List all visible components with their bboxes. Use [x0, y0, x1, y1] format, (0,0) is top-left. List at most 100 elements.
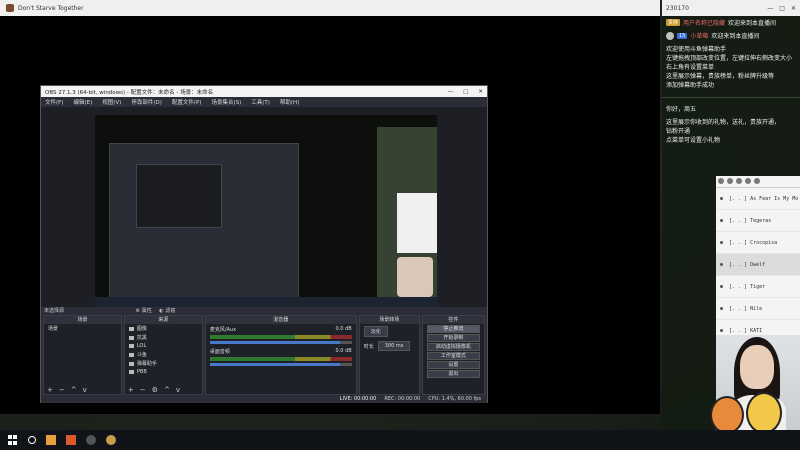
volume-slider-fill — [209, 341, 341, 344]
move-down-icon[interactable]: v — [176, 386, 180, 394]
nested-obs-window-inner — [136, 164, 222, 228]
app-icon[interactable] — [66, 435, 76, 445]
source-item[interactable]: 抗黑 — [125, 333, 202, 342]
exit-button[interactable]: 退出 — [426, 370, 480, 378]
minimize-icon[interactable]: — — [767, 5, 773, 12]
image-icon — [128, 326, 134, 331]
bullet-icon — [720, 241, 723, 244]
menu-view[interactable]: 视图(V) — [102, 98, 121, 106]
chat-text: 欢迎来到本直播间 — [711, 33, 760, 40]
mixer-dock[interactable]: 混音器 麦克风/Aux 0.0 dB 桌面音频 0.0 dB — [204, 315, 357, 395]
chat-username: 用户名称已隐藏 — [683, 20, 726, 27]
window-icon — [128, 361, 134, 366]
sources-dock-toolbar: + − ⚙ ^ v — [125, 385, 202, 394]
gift-toast: 你好，周五 — [662, 102, 800, 115]
scenes-dock[interactable]: 场景 场景 + − ^ v — [43, 315, 122, 395]
tool-icon[interactable] — [727, 178, 733, 184]
bullet-icon — [720, 219, 723, 222]
start-recording-button[interactable]: 开始录制 — [426, 334, 480, 342]
source-item[interactable]: LOL — [125, 342, 202, 350]
volume-slider[interactable] — [209, 363, 352, 366]
song-title: [. . ] As Fear Is My Mo — [729, 195, 799, 202]
close-icon[interactable]: ✕ — [478, 89, 483, 95]
tool-icon[interactable] — [718, 178, 724, 184]
close-icon[interactable]: ✕ — [791, 5, 796, 12]
song-item[interactable]: [. . ] Nile — [716, 298, 800, 320]
song-item[interactable]: [. . ] Tiger — [716, 276, 800, 298]
tool-icon[interactable] — [754, 178, 760, 184]
transition-select[interactable]: 淡化 — [363, 326, 388, 337]
menu-tools[interactable]: 工具(T) — [251, 98, 270, 106]
song-item[interactable]: [. . ] As Fear Is My Mo — [716, 188, 800, 210]
volume-slider[interactable] — [209, 341, 352, 344]
help-message: 欢迎使用斗鱼弹幕助手 左键拖拽顶部改变位置，左键拉伸右侧改变大小 右上角有设置菜… — [662, 42, 800, 93]
sources-dock[interactable]: 来源 图像 抗黑 LOL 斗鱼 弹幕助手 PBB + − ⚙ ^ v — [123, 315, 203, 395]
source-item[interactable]: 弹幕助手 — [125, 359, 202, 368]
scene-item[interactable]: 场景 — [44, 324, 121, 333]
obs-window[interactable]: OBS 27.1.3 (64-bit, windows) - 配置文件：未命名 … — [40, 85, 488, 403]
help-line: 这里展示弹幕，贵族榜单，粉丝牌升级等 — [666, 73, 775, 80]
cartoon-character — [710, 396, 744, 434]
obs-icon[interactable] — [86, 435, 96, 445]
game-icon[interactable] — [106, 435, 116, 445]
obs-titlebar[interactable]: OBS 27.1.3 (64-bit, windows) - 配置文件：未命名 … — [41, 86, 487, 97]
obs-docks: 场景 场景 + − ^ v 来源 图像 抗黑 LOL 斗鱼 弹幕助手 PBB +… — [41, 315, 487, 395]
maximize-icon[interactable]: □ — [463, 89, 468, 95]
windows-start-icon[interactable] — [8, 435, 18, 445]
song-item[interactable]: [. . ] Crocopisa — [716, 232, 800, 254]
transitions-dock[interactable]: 场景转场 淡化 时长 300 ms — [358, 315, 420, 395]
bullet-icon — [720, 329, 723, 332]
move-down-icon[interactable]: v — [83, 386, 87, 394]
obs-preview-area[interactable] — [41, 107, 487, 307]
properties-button[interactable]: ⚙ 属性 — [136, 308, 152, 314]
song-item-selected[interactable]: [. . ] Dwelf — [716, 254, 800, 276]
menu-help[interactable]: 帮助(H) — [280, 98, 299, 106]
tool-icon[interactable] — [745, 178, 751, 184]
duration-label: 时长 — [363, 343, 374, 350]
remove-icon[interactable]: − — [140, 386, 146, 394]
add-icon[interactable]: + — [47, 386, 53, 394]
rec-timer: REC: 00:00:00 — [384, 396, 421, 402]
tool-icon[interactable] — [736, 178, 742, 184]
move-up-icon[interactable]: ^ — [164, 386, 170, 394]
song-title: [. . ] Dwelf — [729, 261, 766, 268]
source-item[interactable]: 图像 — [125, 324, 202, 333]
menu-edit[interactable]: 编辑(E) — [73, 98, 92, 106]
song-title: [. . ] Nile — [729, 305, 763, 312]
help-line: 左键拖拽顶部改变位置，左键拉伸右侧改变大小 — [666, 55, 793, 62]
chat-text: 欢迎来到本直播间 — [728, 20, 777, 27]
song-item[interactable]: [. . ] Tegeras — [716, 210, 800, 232]
explorer-icon[interactable] — [46, 435, 56, 445]
mixer-channel-desktop: 桌面音频 0.0 dB — [206, 346, 356, 368]
stop-streaming-button[interactable]: 停止推流 — [426, 325, 480, 333]
window-icon — [128, 335, 134, 340]
source-item[interactable]: 斗鱼 — [125, 350, 202, 359]
virtual-camera-button[interactable]: 启动虚拟摄像机 — [426, 343, 480, 351]
controls-dock[interactable]: 控件 停止推流 开始录制 启动虚拟摄像机 工作室模式 设置 退出 — [421, 315, 485, 395]
chat-divider — [662, 97, 800, 98]
studio-mode-button[interactable]: 工作室模式 — [426, 352, 480, 360]
song-title: [. . ] KATI — [729, 327, 763, 334]
gear-icon[interactable]: ⚙ — [152, 386, 158, 394]
menu-scene-collection[interactable]: 场景集合(S) — [211, 98, 241, 106]
maximize-icon[interactable]: □ — [779, 5, 785, 12]
bullet-icon — [720, 263, 723, 266]
settings-button[interactable]: 设置 — [426, 361, 480, 369]
channel-name: 桌面音频 — [209, 349, 230, 355]
add-icon[interactable]: + — [128, 386, 134, 394]
help-line: 添加弹幕助手成功 — [666, 82, 715, 89]
move-up-icon[interactable]: ^ — [71, 386, 77, 394]
remove-icon[interactable]: − — [59, 386, 65, 394]
menu-file[interactable]: 文件(F) — [45, 98, 63, 106]
source-name: 弹幕助手 — [136, 361, 157, 367]
nested-taskbar — [95, 297, 437, 307]
minimize-icon[interactable]: — — [448, 89, 454, 95]
duration-input[interactable]: 300 ms — [377, 341, 411, 351]
search-icon[interactable] — [28, 436, 36, 444]
filters-button[interactable]: ◐ 滤镜 — [159, 308, 175, 314]
source-item[interactable]: PBB — [125, 368, 202, 376]
transition-type[interactable]: 淡化 — [360, 324, 419, 339]
menu-docks[interactable]: 停靠部件(D) — [131, 98, 162, 106]
game-window-titlebar[interactable]: Don't Starve Together — [0, 0, 660, 16]
menu-profile[interactable]: 配置文件(P) — [172, 98, 202, 106]
